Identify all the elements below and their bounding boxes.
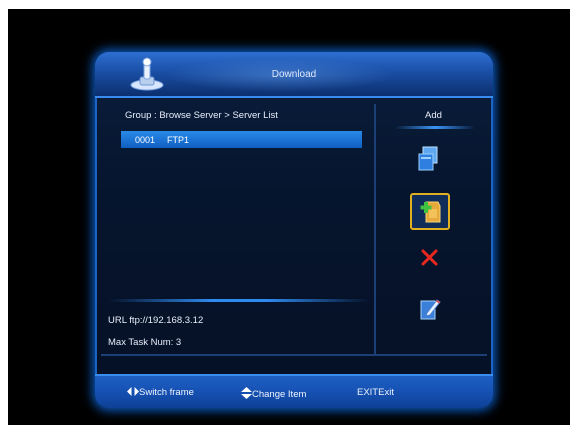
left-right-arrow-icon [127, 387, 139, 396]
add-button[interactable] [410, 193, 450, 230]
exit-key: EXIT [357, 387, 379, 398]
server-list-item[interactable]: 0001 FTP1 [121, 131, 362, 148]
exit-label: Exit [378, 387, 394, 398]
footer-change-item: Change Item [241, 387, 306, 400]
max-task-num: Max Task Num: 3 [108, 337, 182, 348]
horizontal-divider [101, 354, 487, 356]
server-name: FTP1 [167, 134, 190, 145]
up-down-arrow-icon [241, 387, 252, 399]
server-index: 0001 [135, 134, 156, 145]
footer-exit: EXITExit [357, 387, 394, 398]
dialog-header: Download [95, 52, 493, 98]
switch-frame-label: Switch frame [139, 387, 194, 398]
download-dialog: Download Group : Browse Server > Server … [95, 52, 493, 408]
breadcrumb: Group : Browse Server > Server List [125, 110, 278, 121]
change-item-label: Change Item [252, 389, 307, 400]
delete-icon[interactable] [421, 249, 438, 266]
edit-icon[interactable] [419, 297, 441, 321]
dialog-title: Download [271, 69, 317, 80]
vertical-divider [374, 104, 376, 354]
copy-icon[interactable] [417, 146, 441, 172]
actions-title: Add [425, 110, 442, 121]
separator-line [109, 299, 369, 302]
add-icon [420, 201, 441, 223]
server-url: URL ftp://192.168.3.12 [108, 315, 204, 326]
actions-title-underline [395, 126, 475, 129]
footer-switch-frame: Switch frame [127, 387, 194, 398]
